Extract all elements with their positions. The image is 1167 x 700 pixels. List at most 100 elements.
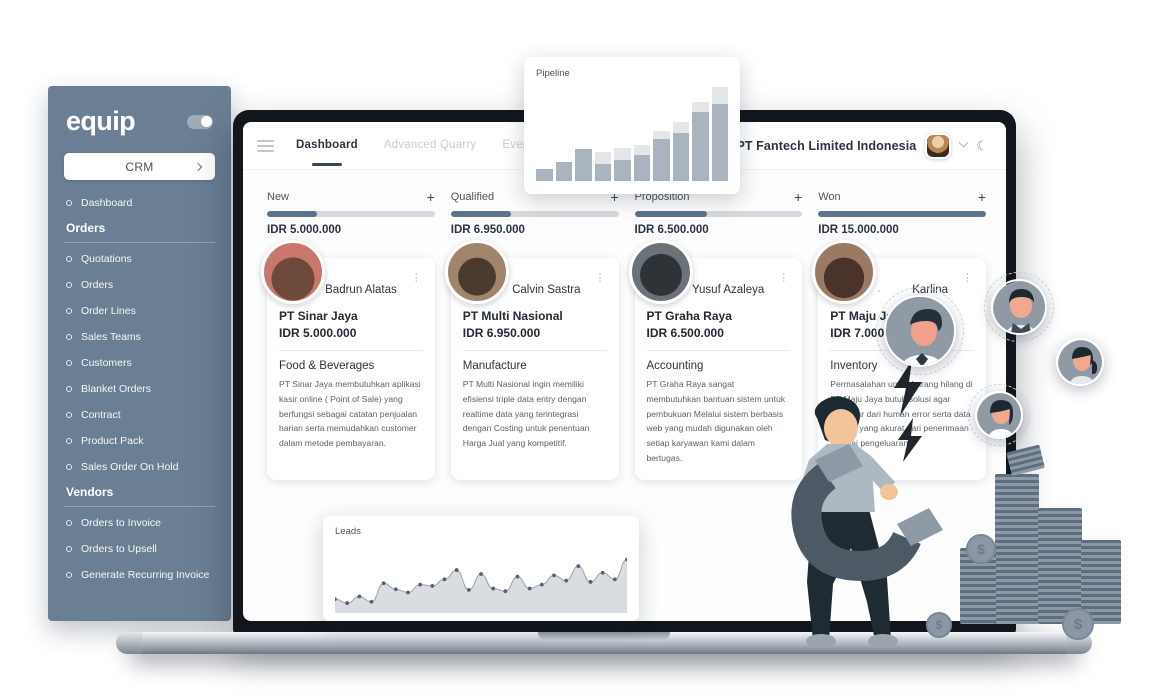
sidebar-toggle[interactable]: [187, 114, 213, 129]
sidebar-item-generate-recurring-invoice[interactable]: Generate Recurring Invoice: [48, 562, 231, 588]
org-name: PT Fantech Limited Indonesia: [736, 138, 917, 153]
add-stage-button[interactable]: +: [978, 190, 986, 204]
sidebar-menu: Dashboard Orders Quotations Orders Order Lin…: [48, 190, 231, 588]
bullet-icon: [66, 438, 72, 444]
tab-advanced-quarry[interactable]: Advanced Quarry: [384, 139, 477, 153]
leads-data-point: [430, 584, 435, 588]
leads-data-point: [564, 578, 569, 583]
pipeline-bar: [614, 148, 631, 181]
kpi-label: New: [267, 191, 290, 203]
coin-icon: $: [926, 612, 952, 638]
header-right: PT Fantech Limited Indonesia ☾: [736, 132, 988, 159]
screenshot-root: equip CRM Dashboard Orders Quotations Order…: [0, 0, 1167, 700]
card-category: Manufacture: [462, 360, 527, 372]
lead-card[interactable]: ⋮ Calvin Sastra PT Multi Nasional IDR 6.950…: [444, 240, 619, 480]
card-menu-icon[interactable]: ⋮: [595, 271, 607, 284]
sidebar-item-label: Sales Teams: [81, 331, 141, 343]
avatar[interactable]: [925, 132, 952, 159]
card-menu-icon[interactable]: ⋮: [962, 271, 974, 284]
card-menu-icon[interactable]: ⋮: [778, 271, 790, 284]
leads-data-point: [369, 599, 374, 604]
sidebar-item-sales-order-on-hold[interactable]: Sales Order On Hold: [48, 454, 231, 480]
bullet-icon: [66, 520, 72, 526]
sidebar-item-orders[interactable]: Orders: [48, 272, 231, 298]
sidebar-item-label: Orders to Upsell: [81, 543, 157, 555]
add-stage-button[interactable]: +: [427, 190, 435, 204]
sidebar-item-orders-to-upsell[interactable]: Orders to Upsell: [48, 536, 231, 562]
card-company: PT Graha Raya: [646, 309, 732, 323]
kpi-qualified: Qualified + IDR 6.950.000: [450, 190, 619, 236]
leads-data-point: [515, 574, 520, 579]
pipeline-bar-top-segment: [692, 102, 709, 112]
pipeline-bar: [633, 144, 650, 181]
kpi-progress-bar: [818, 211, 986, 217]
leads-chart-title: Leads: [335, 526, 361, 537]
card-amount: IDR 5.000.000: [279, 326, 357, 340]
avatar: [812, 240, 877, 304]
avatar: [628, 240, 693, 304]
kpi-progress-bar: [450, 211, 619, 217]
pipeline-bar-top-segment: [672, 121, 689, 134]
leads-data-point: [612, 577, 617, 582]
sidebar-item-dashboard[interactable]: Dashboard: [48, 190, 231, 216]
leads-data-point: [539, 582, 544, 587]
sidebar-item-label: Orders to Invoice: [81, 517, 161, 529]
sidebar-item-label: Customers: [81, 357, 132, 369]
lead-card[interactable]: ⋮ Badrun Alatas PT Sinar Jaya IDR 5.000.000…: [261, 240, 435, 480]
pipeline-bar-bottom-segment: [711, 104, 728, 181]
sidebar-item-customers[interactable]: Customers: [48, 350, 231, 376]
add-stage-button[interactable]: +: [794, 190, 802, 204]
leads-data-point: [381, 581, 386, 586]
sidebar-item-product-pack[interactable]: Product Pack: [48, 428, 231, 454]
tab-dashboard[interactable]: Dashboard: [296, 139, 358, 166]
pipeline-bar-bottom-segment: [692, 111, 709, 181]
sidebar-item-orders-to-invoice[interactable]: Orders to Invoice: [48, 510, 231, 536]
sidebar-item-blanket-orders[interactable]: Blanket Orders: [48, 376, 231, 402]
kpi-label: Won: [818, 191, 841, 203]
bullet-icon: [66, 386, 72, 392]
kpi-amount: IDR 15.000.000: [818, 224, 899, 236]
leads-data-point: [552, 573, 556, 578]
sidebar-group-vendors: Vendors: [66, 485, 114, 499]
sidebar-item-sales-teams[interactable]: Sales Teams: [48, 324, 231, 350]
card-description: PT Sinar Jaya membutuhkan aplikasi kasir…: [279, 379, 421, 449]
kpi-header: New +: [267, 190, 435, 204]
lightning-bolt-icon: [894, 360, 922, 416]
pipeline-bar: [575, 149, 592, 181]
leads-data-point: [503, 589, 508, 594]
pipeline-bar: [711, 86, 728, 181]
chevron-down-icon[interactable]: [958, 137, 969, 148]
kpi-progress-fill: [634, 211, 707, 217]
sidebar-item-label: Blanket Orders: [81, 383, 152, 395]
sidebar-item-order-lines[interactable]: Order Lines: [48, 298, 231, 324]
chevron-right-icon: [193, 162, 203, 171]
card-divider: [462, 350, 607, 351]
coin-stack: [995, 474, 1039, 624]
sidebar-item-label: Sales Order On Hold: [81, 461, 179, 473]
bullet-icon: [66, 572, 72, 578]
kpi-amount: IDR 6.950.000: [450, 224, 525, 236]
avatar-bubble: [1056, 338, 1104, 386]
pipeline-bar-top-segment: [594, 152, 611, 164]
coin-stack: [1038, 508, 1082, 624]
leads-data-point: [466, 587, 471, 592]
card-company: PT Sinar Jaya: [279, 309, 358, 323]
laptop-foot-left: [116, 632, 142, 654]
pipeline-bar-bottom-segment: [672, 133, 689, 181]
sidebar-group-orders: Orders: [66, 221, 106, 235]
bullet-icon: [66, 546, 72, 552]
pipeline-bar: [692, 102, 709, 181]
kpi-progress-bar: [267, 211, 435, 217]
avatar-bubble: [991, 279, 1047, 335]
dark-mode-icon[interactable]: ☾: [976, 138, 988, 154]
sidebar-item-label: Quotations: [81, 253, 132, 265]
sidebar-item-quotations[interactable]: Quotations: [48, 246, 231, 272]
sidebar-item-label: Order Lines: [81, 305, 136, 317]
card-amount: IDR 6.500.000: [646, 326, 724, 340]
card-menu-icon[interactable]: ⋮: [411, 271, 423, 284]
sidebar-module-crm-button[interactable]: CRM: [64, 153, 215, 180]
sidebar-item-contract[interactable]: Contract: [48, 402, 231, 428]
sidebar-divider: [64, 242, 215, 243]
sidebar-divider: [64, 506, 215, 507]
menu-icon[interactable]: [257, 139, 274, 152]
